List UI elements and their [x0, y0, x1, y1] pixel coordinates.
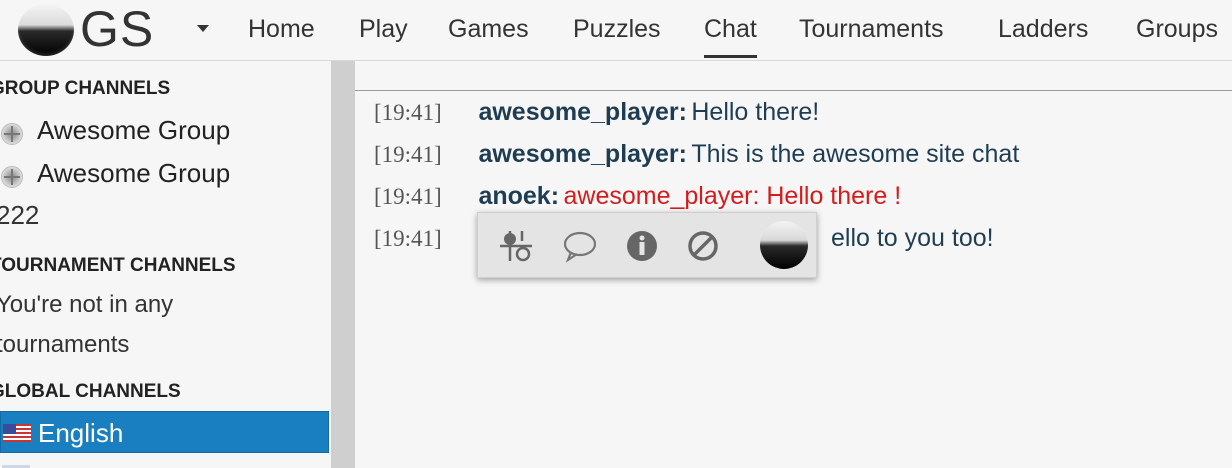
- player-popup: [477, 212, 817, 278]
- message-timestamp: [19:41]: [374, 100, 442, 125]
- chat-message: [19:41] awesome_player: This is the awes…: [374, 136, 1019, 172]
- logo-icon[interactable]: [18, 4, 74, 56]
- sidebar-resize-handle[interactable]: [331, 61, 355, 468]
- message-text-highlight: awesome_player: Hello there !: [563, 182, 902, 210]
- channel-label-suffix[interactable]: 222: [0, 200, 39, 231]
- us-flag-icon: [3, 424, 31, 442]
- channel-english[interactable]: English: [0, 411, 329, 453]
- group-channels-header: GROUP CHANNELS: [0, 78, 171, 99]
- message-username[interactable]: awesome_player:: [478, 98, 686, 126]
- nav-chat[interactable]: Chat: [704, 0, 757, 58]
- message-icon[interactable]: [562, 229, 598, 263]
- nav-play[interactable]: Play: [359, 0, 408, 58]
- message-text: Hello there!: [691, 98, 820, 126]
- chat-message: [19:41] awesome_player: Hello there!: [374, 94, 819, 130]
- tournament-empty-text: You're not in any: [0, 291, 174, 318]
- group-icon: [1, 166, 23, 188]
- nav-groups[interactable]: Groups: [1136, 0, 1218, 58]
- nav-puzzles[interactable]: Puzzles: [573, 0, 661, 58]
- top-navigation: GS Home Play Games Puzzles Chat Tourname…: [0, 0, 1232, 61]
- channel-label: English: [38, 418, 124, 448]
- message-text: This is the awesome site chat: [691, 140, 1020, 168]
- message-username[interactable]: awesome_player:: [478, 140, 686, 168]
- message-text: ello to you too!: [831, 224, 994, 252]
- message-timestamp: [19:41]: [374, 226, 442, 251]
- message-timestamp: [19:41]: [374, 142, 442, 167]
- channel-sidebar: GROUP CHANNELS Awesome Group Awesome Gro…: [0, 61, 331, 468]
- global-channels-header: GLOBAL CHANNELS: [0, 381, 181, 402]
- channel-label: Awesome Group: [37, 115, 231, 145]
- message-timestamp: [19:41]: [374, 184, 442, 209]
- avatar: [760, 221, 808, 269]
- block-icon[interactable]: [685, 229, 721, 263]
- message-username[interactable]: anoek:: [478, 182, 559, 210]
- nav-ladders[interactable]: Ladders: [998, 0, 1088, 58]
- tournament-channels-header: TOURNAMENT CHANNELS: [0, 255, 236, 276]
- group-icon: [1, 123, 23, 145]
- challenge-icon[interactable]: [498, 229, 534, 263]
- channel-label: Awesome Group: [37, 158, 231, 188]
- chat-message: [19:41] anoek: awesome_player: Hello the…: [374, 178, 901, 214]
- logo-text[interactable]: GS: [80, 0, 154, 60]
- channel-next-item[interactable]: [0, 457, 329, 468]
- info-icon[interactable]: [624, 229, 660, 263]
- nav-games[interactable]: Games: [448, 0, 529, 58]
- chevron-down-icon[interactable]: [197, 25, 209, 32]
- tournament-empty-text-2: tournaments: [0, 331, 130, 358]
- chat-divider: [355, 90, 1232, 91]
- nav-home[interactable]: Home: [248, 0, 315, 58]
- nav-tournaments[interactable]: Tournaments: [799, 0, 944, 58]
